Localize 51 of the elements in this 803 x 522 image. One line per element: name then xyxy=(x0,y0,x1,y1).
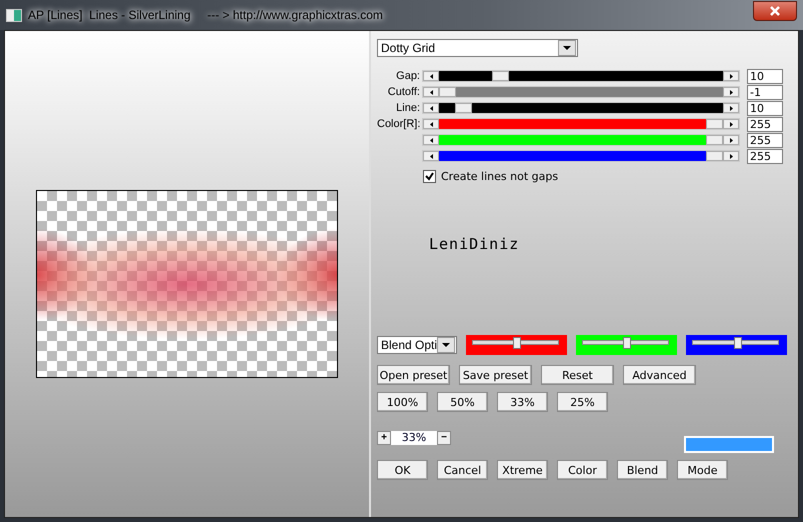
value-field[interactable]: 10 xyxy=(747,100,783,116)
zoom-field[interactable]: 33% xyxy=(391,430,437,444)
action-button[interactable]: Color xyxy=(557,460,608,480)
color-swatch[interactable] xyxy=(684,436,774,453)
zoom-button[interactable]: 25% xyxy=(557,392,608,412)
zoom-in-button[interactable]: + xyxy=(377,430,391,444)
action-button[interactable]: Blend xyxy=(617,460,668,480)
zoom-button[interactable]: 100% xyxy=(377,392,428,412)
trackbar[interactable] xyxy=(466,335,567,355)
value-field[interactable]: -1 xyxy=(747,84,783,100)
action-button[interactable]: Mode xyxy=(677,460,728,480)
value-field[interactable]: 255 xyxy=(747,116,783,132)
value-field[interactable]: 255 xyxy=(747,132,783,148)
slider[interactable] xyxy=(422,134,740,146)
action-button[interactable]: Xtreme xyxy=(497,460,548,480)
trackbar[interactable] xyxy=(576,335,677,355)
slider[interactable] xyxy=(422,118,740,130)
blend-dropdown[interactable]: Blend Opti xyxy=(377,336,457,354)
trackbar-thumb[interactable] xyxy=(734,337,742,349)
effect-dropdown[interactable]: Dotty Grid xyxy=(377,39,578,57)
value-field[interactable]: 10 xyxy=(747,68,783,84)
action-button[interactable]: OK xyxy=(377,460,428,480)
preset-button[interactable]: Save preset xyxy=(459,365,532,385)
slider[interactable] xyxy=(422,70,740,82)
slider-label: Cutoff: xyxy=(386,86,420,98)
slider[interactable] xyxy=(422,150,740,162)
zoom-out-button[interactable]: − xyxy=(437,430,451,444)
value-field[interactable]: 255 xyxy=(747,148,783,164)
preset-button[interactable]: Advanced xyxy=(623,365,696,385)
preset-button[interactable]: Open preset xyxy=(377,365,450,385)
trackbar-thumb[interactable] xyxy=(512,337,520,349)
close-icon xyxy=(770,6,780,16)
caret-icon xyxy=(558,40,576,56)
trackbar-thumb[interactable] xyxy=(622,337,630,349)
app-icon xyxy=(6,8,22,22)
close-button[interactable] xyxy=(753,1,797,21)
slider-label: Line: xyxy=(395,102,420,114)
logo: LeniDiniz xyxy=(429,235,520,255)
caret-icon xyxy=(437,337,455,353)
slider-label: Color[R]: xyxy=(377,118,420,130)
checkbox[interactable] xyxy=(423,170,436,183)
action-button[interactable]: Cancel xyxy=(437,460,488,480)
slider[interactable] xyxy=(422,102,740,114)
trackbar[interactable] xyxy=(686,335,787,355)
checkbox-label: Create lines not gaps xyxy=(441,170,558,183)
slider-label: Gap: xyxy=(395,70,420,82)
window-title: AP [Lines] Lines - SilverLining --- > http://www.graphicxtras.com xyxy=(28,8,384,22)
zoom-button[interactable]: 50% xyxy=(437,392,488,412)
slider[interactable] xyxy=(422,86,740,98)
zoom-button[interactable]: 33% xyxy=(497,392,548,412)
preset-button[interactable]: Reset xyxy=(541,365,614,385)
